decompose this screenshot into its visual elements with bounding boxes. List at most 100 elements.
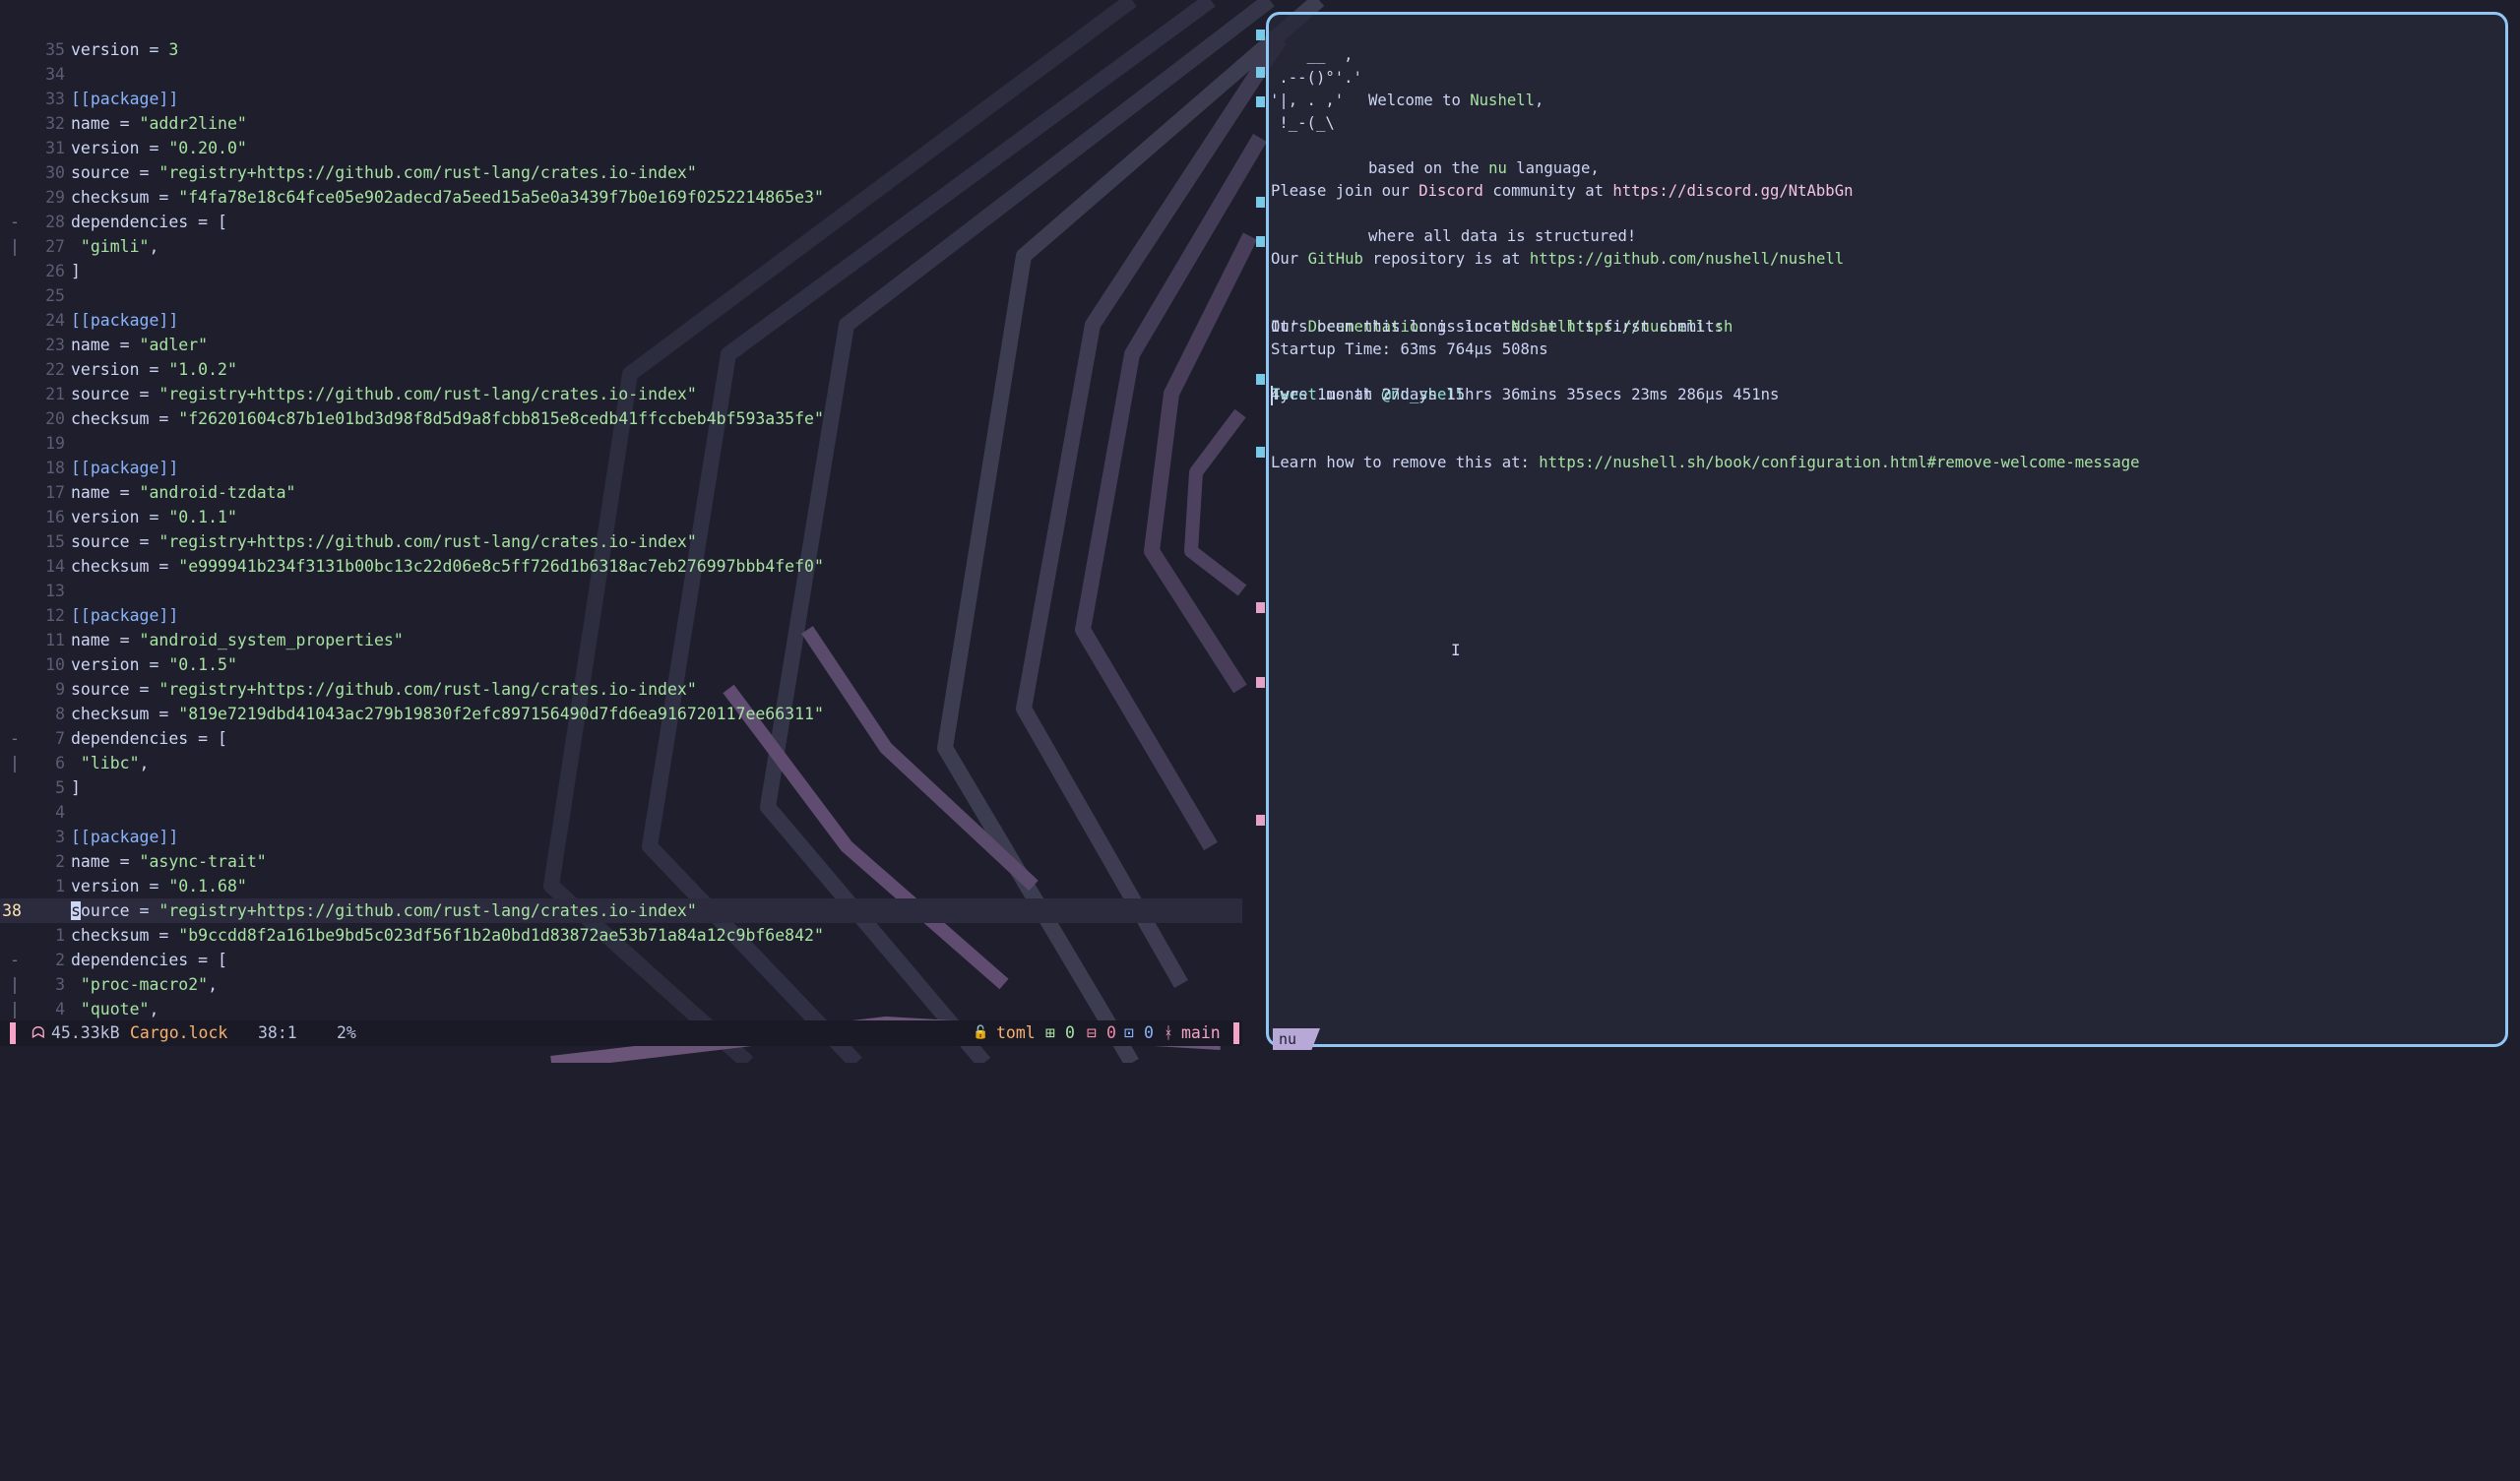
fold-indicator[interactable]: - bbox=[10, 726, 20, 751]
branch-icon: ᚼ bbox=[1164, 1023, 1173, 1042]
logo-line: .--()°'.' bbox=[1270, 69, 1362, 87]
line-number: 19 bbox=[45, 434, 65, 453]
mode-icon: ᗣ bbox=[32, 1023, 45, 1042]
line-number: 24 bbox=[45, 311, 65, 330]
code-text: version = "0.1.68" bbox=[71, 877, 247, 895]
code-text: dependencies = [ bbox=[71, 951, 227, 969]
code-text: source = "registry+https://github.com/ru… bbox=[71, 385, 697, 403]
line-number: 8 bbox=[55, 705, 65, 723]
line-number: 26 bbox=[45, 262, 65, 280]
git-changed-icon: ⊡ bbox=[1124, 1023, 1134, 1042]
code-text: version = "0.1.1" bbox=[71, 508, 237, 526]
remove-line: Learn how to remove this at: https://nus… bbox=[1271, 454, 2140, 471]
line-number: 2 bbox=[55, 852, 65, 871]
code-text: "libc", bbox=[71, 754, 150, 772]
code-text: [[package]] bbox=[71, 459, 179, 477]
line-number: 38 bbox=[2, 901, 22, 920]
logo-line: !_-(_\ bbox=[1270, 114, 1335, 132]
editor-current-line[interactable]: 38 source = "registry+https://github.com/… bbox=[0, 898, 1242, 923]
code-text: ] bbox=[71, 778, 81, 797]
code-text: source = "registry+https://github.com/ru… bbox=[71, 901, 697, 920]
fold-indicator[interactable]: | bbox=[10, 234, 20, 259]
code-text: checksum = "e999941b234f3131b00bc13c22d0… bbox=[71, 557, 824, 576]
code-text: version = "0.20.0" bbox=[71, 139, 247, 157]
code-text: source = "registry+https://github.com/ru… bbox=[71, 163, 697, 182]
line-number: 1 bbox=[55, 926, 65, 945]
git-removed-icon: ⊟ bbox=[1087, 1023, 1097, 1042]
line-number: 13 bbox=[45, 582, 65, 600]
scroll-percent: 2% bbox=[337, 1023, 356, 1042]
line-number: 33 bbox=[45, 90, 65, 108]
line-number: 21 bbox=[45, 385, 65, 403]
code-text: checksum = "b9ccdd8f2a161be9bd5c023df56f… bbox=[71, 926, 824, 945]
code-text: name = "android_system_properties" bbox=[71, 631, 404, 649]
fold-indicator[interactable]: - bbox=[10, 210, 20, 234]
fold-indicator[interactable]: | bbox=[10, 972, 20, 997]
git-branch: main bbox=[1181, 1023, 1221, 1042]
code-text: name = "android-tzdata" bbox=[71, 483, 296, 502]
startup-line: Startup Time: 63ms 764µs 508ns bbox=[1271, 340, 1548, 358]
welcome-line: Welcome to Nushell, bbox=[1368, 92, 1544, 109]
line-number: 30 bbox=[45, 163, 65, 182]
discord-link[interactable]: https://discord.gg/NtAbbGn bbox=[1612, 182, 1853, 200]
code-text: name = "async-trait" bbox=[71, 852, 267, 871]
line-number: 18 bbox=[45, 459, 65, 477]
code-text: [[package]] bbox=[71, 311, 179, 330]
code-text: source = "registry+https://github.com/ru… bbox=[71, 680, 697, 699]
code-text: "proc-macro2", bbox=[71, 975, 219, 994]
github-line: Our GitHub repository is at https://gith… bbox=[1271, 250, 1845, 268]
editor-pane[interactable]: 35 version = 3 34 33 [[package]] 32 name = "ad… bbox=[0, 0, 1242, 1063]
line-number: 20 bbox=[45, 409, 65, 428]
logo-line: '|, . ,' bbox=[1270, 92, 1345, 109]
cursor-position: 38:1 bbox=[258, 1023, 297, 1042]
discord-line: Please join our Discord community at htt… bbox=[1271, 182, 1854, 200]
fold-indicator[interactable]: - bbox=[10, 948, 20, 972]
line-number: 25 bbox=[45, 286, 65, 305]
line-number: 29 bbox=[45, 188, 65, 207]
line-number: 5 bbox=[55, 778, 65, 797]
line-number: 35 bbox=[45, 40, 65, 59]
line-number: 34 bbox=[45, 65, 65, 84]
line-number: 17 bbox=[45, 483, 65, 502]
line-number: 14 bbox=[45, 557, 65, 576]
git-added-icon: ⊞ bbox=[1045, 1023, 1055, 1042]
code-text: checksum = "f26201604c87b1e01bd3d98f8d5d… bbox=[71, 409, 824, 428]
code-text: dependencies = [ bbox=[71, 213, 227, 231]
git-changed-count: 0 bbox=[1144, 1023, 1154, 1042]
code-text: checksum = "819e7219dbd41043ac279b19830f… bbox=[71, 705, 824, 723]
line-number: 31 bbox=[45, 139, 65, 157]
line-number: 9 bbox=[55, 680, 65, 699]
code-text: "gimli", bbox=[71, 237, 159, 256]
code-text: ] bbox=[71, 262, 81, 280]
line-number: 16 bbox=[45, 508, 65, 526]
file-size: 45.33kB bbox=[51, 1023, 120, 1042]
line-number: 1 bbox=[55, 877, 65, 895]
file-name[interactable]: Cargo.lock bbox=[130, 1020, 227, 1046]
mode-indicator-bar bbox=[10, 1022, 16, 1044]
fold-indicator[interactable]: | bbox=[10, 751, 20, 775]
code-text: name = "adler" bbox=[71, 336, 209, 354]
code-text: version = "1.0.2" bbox=[71, 360, 237, 379]
line-number: 32 bbox=[45, 114, 65, 133]
code-text: version = "0.1.5" bbox=[71, 655, 237, 674]
line-number: 23 bbox=[45, 336, 65, 354]
code-text: dependencies = [ bbox=[71, 729, 227, 748]
remove-message-link[interactable]: https://nushell.sh/book/configuration.ht… bbox=[1539, 454, 2139, 471]
code-text: source = "registry+https://github.com/ru… bbox=[71, 532, 697, 551]
line-number: 10 bbox=[45, 655, 65, 674]
age-line: 4yrs 1month 27days 15hrs 36mins 35secs 2… bbox=[1271, 386, 1780, 403]
fold-indicator[interactable]: | bbox=[10, 997, 20, 1021]
statusline: ᗣ 45.33kB Cargo.lock 38:1 2% 🔓 toml ⊞ 0 … bbox=[0, 1020, 1242, 1046]
line-number: 12 bbox=[45, 606, 65, 625]
code-text: [[package]] bbox=[71, 828, 179, 846]
code-text: [[package]] bbox=[71, 90, 179, 108]
mouse-ibeam-cursor: I bbox=[1451, 641, 1461, 659]
git-added-count: 0 bbox=[1065, 1023, 1075, 1042]
line-number: 15 bbox=[45, 532, 65, 551]
line-number: 22 bbox=[45, 360, 65, 379]
line-number: 3 bbox=[55, 828, 65, 846]
github-link[interactable]: https://github.com/nushell/nushell bbox=[1530, 250, 1844, 268]
since-line: It's been this long since Nushell's firs… bbox=[1271, 318, 1725, 336]
code-text: "quote", bbox=[71, 1000, 159, 1018]
lock-icon: 🔓 bbox=[973, 1025, 989, 1040]
